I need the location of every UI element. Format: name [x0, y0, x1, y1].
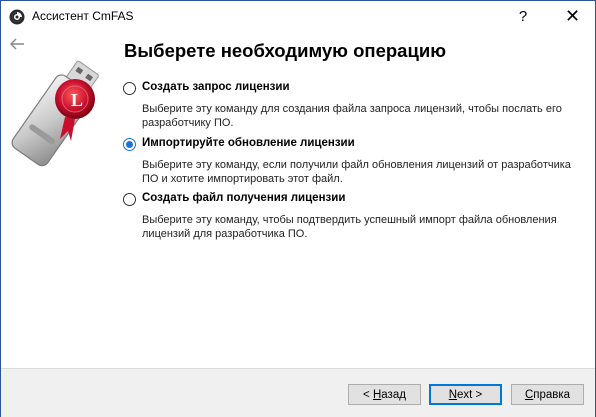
help-button[interactable]: Справка	[511, 384, 584, 405]
option-label[interactable]: Импортируйте обновление лицензии	[142, 137, 355, 149]
license-dongle-seal-icon: L	[11, 60, 99, 167]
radio-create-request[interactable]	[123, 82, 136, 95]
option-description: Выберите эту команду, если получили файл…	[142, 159, 571, 185]
help-mnemonic: С	[524, 389, 534, 401]
back-prefix: <	[363, 389, 373, 401]
next-rest: ext >	[457, 389, 483, 401]
svg-text:L: L	[71, 90, 83, 110]
app-icon	[9, 9, 25, 25]
title-bar: Ассистент CmFAS ? ✕	[1, 1, 595, 32]
next-button[interactable]: Next >	[429, 384, 502, 405]
option-description: Выберите эту команду, чтобы подтвердить …	[142, 214, 557, 240]
back-rest: азад	[381, 389, 406, 401]
close-button[interactable]: ✕	[550, 1, 595, 32]
radio-create-receipt[interactable]	[123, 193, 136, 206]
help-rest: правка	[533, 389, 571, 401]
window-title: Ассистент CmFAS	[32, 9, 134, 23]
radio-import-update[interactable]	[123, 138, 136, 151]
back-arrow-icon[interactable]	[9, 37, 25, 51]
next-mnemonic: N	[448, 389, 458, 401]
option-description: Выберите эту команду для создания файла …	[142, 103, 562, 129]
wizard-window: Ассистент CmFAS ? ✕ L Выберете необходим…	[0, 0, 596, 417]
option-label[interactable]: Создать запрос лицензии	[142, 81, 290, 93]
page-heading: Выберете необходимую операцию	[124, 40, 447, 61]
help-title-button[interactable]: ?	[506, 1, 540, 32]
button-bar: < Назад Next > Справка	[1, 368, 595, 417]
option-label[interactable]: Создать файл получения лицензии	[142, 192, 345, 204]
back-button[interactable]: < Назад	[348, 384, 421, 405]
